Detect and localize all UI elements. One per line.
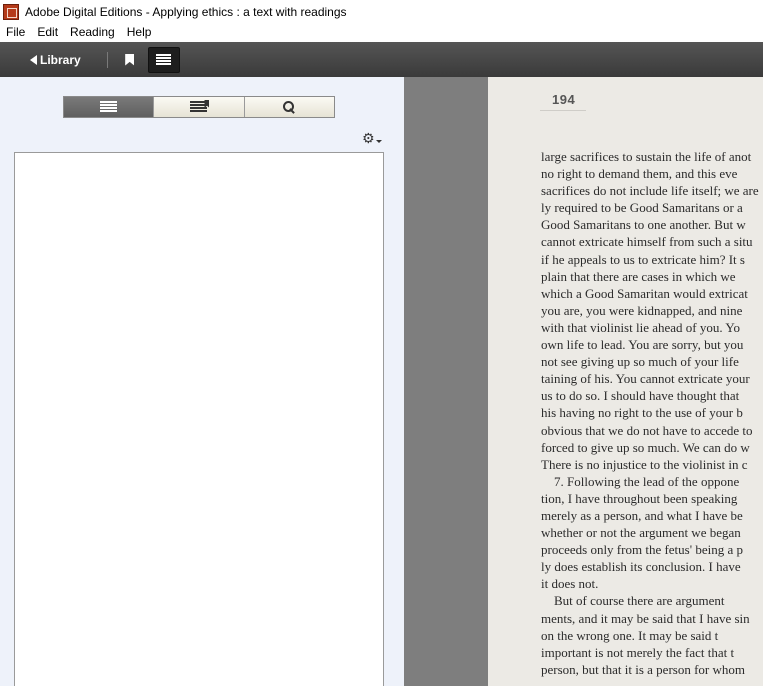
text-line: proceeds only from the fetus' being a p: [541, 542, 743, 558]
window-title: Adobe Digital Editions - Applying ethics…: [25, 4, 347, 19]
text-line: no right to demand them, and this eve: [541, 166, 738, 182]
text-line: his having no right to the use of your b: [541, 405, 743, 421]
search-icon: [283, 101, 295, 113]
library-label: Library: [40, 52, 81, 67]
panel-options-button[interactable]: ⚙: [362, 131, 382, 145]
table-of-contents-list[interactable]: [14, 152, 384, 686]
text-line: cannot extricate himself from such a sit…: [541, 234, 753, 250]
tab-bookmarks[interactable]: [153, 97, 244, 117]
toolbar: Library: [0, 42, 763, 77]
bookmark-button[interactable]: [116, 47, 144, 73]
bookmark-list-icon: [190, 101, 208, 113]
text-line: which a Good Samaritan would extricat: [541, 285, 748, 301]
text-line: ments, and it may be said that I have si…: [541, 610, 750, 626]
tab-search[interactable]: [243, 97, 334, 117]
menu-bar: File Edit Reading Help: [0, 23, 763, 42]
tab-table-of-contents[interactable]: [64, 97, 154, 117]
menu-reading[interactable]: Reading: [64, 23, 121, 42]
panel-tab-group: [63, 96, 335, 118]
text-line: sacrifices do not include life itself; w…: [541, 183, 759, 199]
text-line: taining of his. You cannot extricate you…: [541, 371, 750, 387]
title-bar: Adobe Digital Editions - Applying ethics…: [0, 0, 763, 23]
text-line: it does not.: [541, 576, 599, 592]
adobe-digital-editions-icon: [3, 3, 19, 20]
bookmark-icon: [125, 53, 135, 66]
text-line: tion, I have throughout been speaking: [541, 490, 738, 506]
menu-edit[interactable]: Edit: [31, 23, 64, 42]
text-line: But of course there are argument: [541, 593, 725, 609]
toc-toggle-button[interactable]: [147, 46, 180, 73]
navigation-panel: ⚙: [0, 77, 404, 686]
page-gutter: [404, 77, 488, 686]
text-line: obvious that we do not have to accede to: [541, 422, 753, 438]
menu-file[interactable]: File: [0, 23, 31, 42]
gear-icon: ⚙: [362, 130, 375, 146]
text-line: ly does establish its conclusion. I have: [541, 559, 741, 575]
text-line: person, but that it is a person for whom: [541, 661, 745, 677]
text-line: large sacrifices to sustain the life of …: [541, 149, 752, 164]
text-line: you are, you were kidnapped, and nine: [541, 302, 743, 318]
library-button[interactable]: Library: [30, 48, 81, 72]
page-number: 194: [552, 92, 576, 107]
text-line: 7. Following the lead of the oppone: [541, 473, 740, 489]
toc-list-icon: [100, 101, 118, 113]
text-line: merely as a person, and what I have be: [541, 507, 743, 523]
text-line: with that violinist lie ahead of you. Yo: [541, 319, 740, 335]
page-number-rule: [540, 110, 586, 111]
page-text: large sacrifices to sustain the life of …: [541, 148, 763, 678]
toolbar-separator: [106, 51, 108, 68]
text-line: if he appeals to us to extricate him? It…: [541, 251, 745, 267]
text-line: own life to lead. You are sorry, but you: [541, 337, 744, 353]
chevron-down-icon: [375, 139, 382, 143]
text-line: ly required to be Good Samaritans or a: [541, 200, 743, 216]
text-line: plain that there are cases in which we: [541, 268, 736, 284]
text-line: important is not merely the fact that t: [541, 644, 735, 660]
text-line: forced to give up so much. We can do w: [541, 439, 750, 455]
list-icon: [156, 54, 172, 65]
text-line: Good Samaritans to one another. But w: [541, 217, 746, 233]
back-arrow-icon: [30, 54, 37, 65]
text-line: There is no injustice to the violinist i…: [541, 456, 748, 472]
text-line: not see giving up so much of your life: [541, 354, 739, 370]
text-line: on the wrong one. It may be said t: [541, 627, 719, 643]
text-line: whether or not the argument we began: [541, 525, 741, 541]
text-line: us to do so. I should have thought that: [541, 388, 740, 404]
menu-help[interactable]: Help: [121, 23, 158, 42]
